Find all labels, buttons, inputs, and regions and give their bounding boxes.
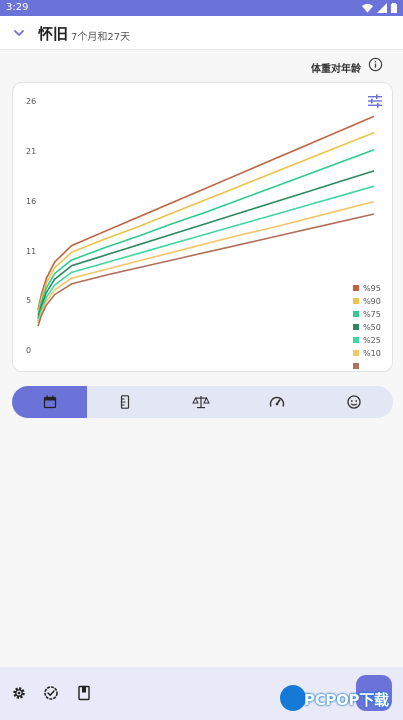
gear-icon[interactable] bbox=[11, 685, 27, 701]
legend-label: %95 bbox=[363, 283, 381, 293]
status-icons bbox=[362, 2, 397, 14]
tab-face[interactable] bbox=[315, 386, 393, 418]
signal-icon bbox=[377, 3, 387, 13]
legend-swatch bbox=[353, 285, 359, 291]
tab-speed[interactable] bbox=[239, 386, 315, 418]
calendar-icon bbox=[43, 395, 56, 409]
check-badge-icon[interactable] bbox=[43, 685, 59, 701]
legend-swatch bbox=[353, 350, 359, 356]
speedometer-icon bbox=[269, 396, 285, 407]
series-line bbox=[37, 131, 375, 313]
app-bar: 怀旧 7个月和27天 bbox=[0, 16, 403, 50]
measurement-tab-strip bbox=[12, 386, 393, 418]
book-icon[interactable] bbox=[76, 685, 92, 701]
tab-weight[interactable] bbox=[163, 386, 239, 418]
age-subtitle: 7个月和27天 bbox=[71, 32, 131, 43]
growth-chart-plot bbox=[37, 115, 375, 327]
chart-section-label: 体重对年龄 bbox=[311, 64, 361, 75]
legend-item: %10 bbox=[353, 348, 381, 358]
watermark-logo bbox=[280, 685, 306, 711]
legend-swatch bbox=[353, 363, 359, 369]
series-line bbox=[37, 213, 375, 327]
page-title: 怀旧 bbox=[38, 25, 69, 43]
legend-item: %25 bbox=[353, 335, 381, 345]
series-line bbox=[37, 200, 375, 324]
face-icon bbox=[347, 395, 361, 409]
chevron-down-icon[interactable] bbox=[12, 26, 26, 40]
legend-item: %95 bbox=[353, 283, 381, 293]
wifi-icon bbox=[362, 3, 373, 13]
series-line bbox=[37, 170, 375, 319]
legend-label: %75 bbox=[363, 309, 381, 319]
ruler-icon bbox=[120, 395, 130, 409]
scale-icon bbox=[192, 396, 210, 409]
tab-height[interactable] bbox=[87, 386, 163, 418]
legend-swatch bbox=[353, 298, 359, 304]
status-bar: 3:29 bbox=[0, 0, 403, 16]
legend-swatch bbox=[353, 337, 359, 343]
legend-item: %50 bbox=[353, 322, 381, 332]
legend-item: %90 bbox=[353, 296, 381, 306]
watermark-text: PCPOP下载 bbox=[304, 691, 389, 709]
legend-label: %50 bbox=[363, 322, 381, 332]
growth-chart-card: 26 21 16 11 5 0 %95 %90 %75 %50 %25 %10 bbox=[12, 82, 393, 372]
status-time: 3:29 bbox=[6, 2, 29, 13]
legend-item: %75 bbox=[353, 309, 381, 319]
legend-label: %90 bbox=[363, 296, 381, 306]
legend-label: %25 bbox=[363, 335, 381, 345]
watermark: PCPOP下载 bbox=[280, 685, 401, 715]
series-line bbox=[37, 149, 375, 316]
tab-calendar[interactable] bbox=[12, 386, 87, 418]
battery-icon bbox=[391, 3, 397, 13]
legend-swatch bbox=[353, 311, 359, 317]
legend-swatch bbox=[353, 324, 359, 330]
legend-label: %10 bbox=[363, 348, 381, 358]
series-line bbox=[37, 115, 375, 310]
legend-item bbox=[353, 361, 363, 371]
info-icon[interactable] bbox=[368, 57, 383, 72]
